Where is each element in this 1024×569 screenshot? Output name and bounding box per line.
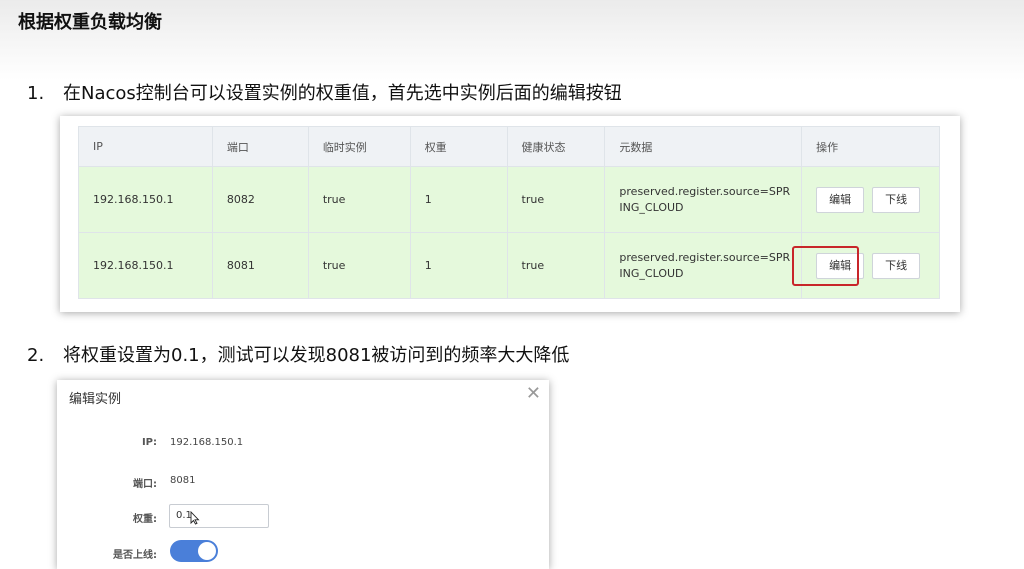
cell-healthy: true bbox=[506, 166, 606, 233]
table-row: 192.168.150.1 8082 true 1 true preserved… bbox=[78, 166, 940, 233]
cell-ip: 192.168.150.1 bbox=[78, 166, 213, 233]
cell-actions: 编辑 下线 bbox=[801, 166, 940, 233]
close-icon[interactable]: ✕ bbox=[526, 383, 541, 404]
table-header-row: IP 端口 临时实例 权重 健康状态 元数据 操作 bbox=[78, 126, 940, 167]
slide-title: 根据权重负载均衡 bbox=[18, 12, 162, 33]
cell-ephemeral: true bbox=[307, 232, 411, 299]
cell-metadata: preserved.register.source=SPRING_CLOUD bbox=[604, 232, 803, 299]
column-header-health: 健康状态 bbox=[506, 126, 606, 167]
step-2: 2. 将权重设置为0.1，测试可以发现8081被访问到的频率大大降低 bbox=[27, 341, 569, 367]
ip-value: 192.168.150.1 bbox=[170, 437, 244, 448]
cell-port: 8082 bbox=[211, 166, 309, 233]
port-label: 端口: bbox=[133, 479, 157, 490]
cell-metadata: preserved.register.source=SPRING_CLOUD bbox=[604, 166, 803, 233]
weight-input[interactable]: 0.1 bbox=[169, 504, 269, 528]
toggle-knob bbox=[198, 542, 216, 560]
step-text: 将权重设置为0.1，测试可以发现8081被访问到的频率大大降低 bbox=[63, 345, 570, 366]
cell-port: 8081 bbox=[211, 232, 309, 299]
online-label: 是否上线: bbox=[113, 550, 157, 561]
cell-healthy: true bbox=[506, 232, 606, 299]
online-toggle[interactable] bbox=[170, 540, 218, 562]
cell-weight: 1 bbox=[409, 166, 508, 233]
port-value: 8081 bbox=[170, 475, 196, 486]
column-header-ephemeral: 临时实例 bbox=[307, 126, 411, 167]
weight-label: 权重: bbox=[133, 514, 157, 525]
ip-label: IP: bbox=[141, 437, 157, 448]
column-header-port: 端口 bbox=[211, 126, 309, 167]
edit-instance-dialog: 编辑实例 ✕ IP: 192.168.150.1 端口: 8081 权重: 0.… bbox=[57, 380, 549, 569]
offline-button[interactable]: 下线 bbox=[872, 186, 921, 213]
column-header-metadata: 元数据 bbox=[604, 126, 803, 167]
offline-button[interactable]: 下线 bbox=[872, 252, 921, 279]
step-text: 在Nacos控制台可以设置实例的权重值，首先选中实例后面的编辑按钮 bbox=[63, 83, 622, 104]
column-header-weight: 权重 bbox=[409, 126, 508, 167]
step-number: 2. bbox=[27, 345, 45, 366]
step-1: 1. 在Nacos控制台可以设置实例的权重值，首先选中实例后面的编辑按钮 bbox=[27, 79, 622, 105]
edit-button[interactable]: 编辑 bbox=[816, 186, 865, 213]
cell-ip: 192.168.150.1 bbox=[78, 232, 213, 299]
column-header-actions: 操作 bbox=[801, 126, 940, 167]
cell-weight: 1 bbox=[409, 232, 508, 299]
cell-ephemeral: true bbox=[307, 166, 411, 233]
step-number: 1. bbox=[27, 83, 45, 104]
column-header-ip: IP bbox=[78, 126, 213, 167]
edit-button-highlight bbox=[792, 246, 859, 286]
text-cursor-icon bbox=[190, 511, 200, 525]
dialog-title: 编辑实例 bbox=[69, 392, 122, 407]
